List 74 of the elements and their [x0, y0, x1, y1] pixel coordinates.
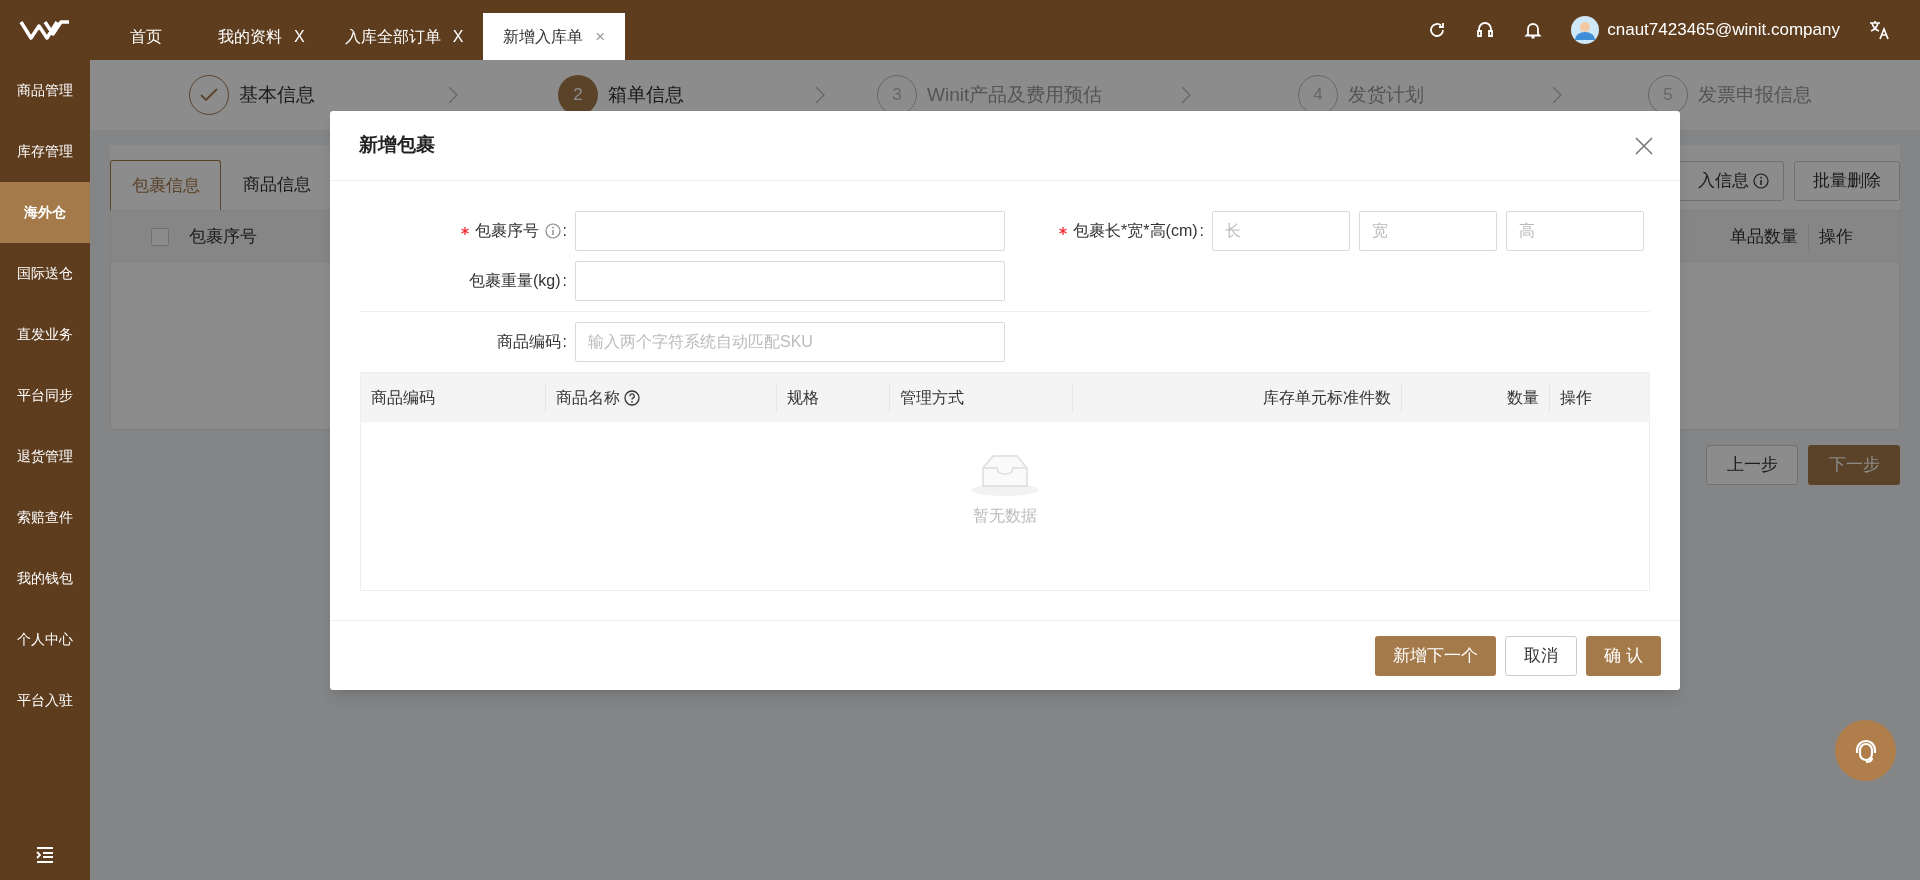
input-field[interactable]: 输入两个字符系统自动匹配SKU [575, 322, 1005, 362]
step-label: Winit产品及费用预估 [927, 82, 1103, 107]
sidebar-item[interactable]: 商品管理 [0, 60, 90, 121]
nav-tab[interactable]: 我的资料 X [198, 13, 325, 60]
input-field[interactable] [575, 211, 1005, 251]
nav-tab[interactable]: 新增入库单 × [483, 13, 626, 60]
bell-icon[interactable] [1523, 20, 1544, 40]
column-header: 规格 [776, 382, 889, 413]
step-label: 发票申报信息 [1698, 82, 1812, 107]
input-field[interactable]: 长 [1212, 211, 1350, 251]
field-label: 包裹长*宽*高(cm) [1073, 221, 1198, 241]
check-icon [200, 88, 218, 102]
step-label: 发货计划 [1348, 82, 1424, 107]
translate-icon[interactable] [1868, 19, 1890, 41]
input-field[interactable]: 高 [1506, 211, 1644, 251]
logo-icon [19, 19, 71, 41]
field-label: 包裹序号 [474, 221, 539, 241]
column-header: 包裹序号 [189, 226, 257, 249]
label-colon: : [1199, 221, 1204, 241]
label-colon: : [562, 332, 567, 352]
step-label: 箱单信息 [608, 82, 684, 107]
label-colon: : [562, 221, 567, 241]
sidebar-item[interactable]: 退货管理 [0, 426, 90, 487]
page-tab[interactable]: 商品信息 [221, 160, 332, 210]
tab-close-button[interactable]: X [294, 24, 305, 49]
close-icon[interactable] [1634, 135, 1654, 156]
sidebar-item[interactable]: 国际送仓 [0, 243, 90, 304]
empty-text: 暂无数据 [973, 506, 1037, 526]
sidebar-item[interactable]: 直发业务 [0, 304, 90, 365]
headset-icon[interactable] [1475, 20, 1496, 40]
nav-tab[interactable]: 首页 [110, 13, 198, 60]
sidebar-item[interactable]: 我的钱包 [0, 548, 90, 609]
toolbar-button[interactable]: 批量删除 [1794, 161, 1900, 201]
required-mark-icon [1059, 227, 1068, 235]
info-icon [1753, 173, 1769, 189]
column-header: 操作 [1818, 226, 1854, 249]
info-icon [544, 223, 561, 239]
field-label: 包裹重量(kg) [469, 271, 561, 291]
dialog-button[interactable]: 取消 [1505, 635, 1578, 676]
chevron-right-icon [815, 86, 825, 104]
label-colon: : [562, 271, 567, 291]
column-header: 操作 [1549, 382, 1649, 413]
column-header: 单品数量 [1730, 224, 1809, 250]
help-icon [624, 389, 640, 406]
column-header: 库存单元标准件数 [1072, 382, 1401, 413]
dialog-button[interactable]: 新增下一个 [1375, 635, 1497, 676]
nav-tab[interactable]: 入库全部订单 X [324, 13, 484, 60]
chevron-right-icon [448, 86, 458, 104]
input-field[interactable] [575, 261, 1005, 301]
dialog-button[interactable]: 确 认 [1586, 635, 1661, 676]
column-header: 商品编码 [370, 387, 436, 408]
sidebar-item[interactable]: 个人中心 [0, 609, 90, 670]
checkbox[interactable] [151, 228, 169, 246]
input-field[interactable]: 宽 [1359, 211, 1497, 251]
required-mark-icon [460, 227, 469, 235]
column-header: 商品名称 [545, 382, 776, 413]
column-header: 管理方式 [889, 382, 1072, 413]
user-email[interactable]: cnaut7423465@winit.company [1607, 17, 1840, 43]
menu-icon[interactable] [36, 847, 54, 863]
field-label: 商品编码 [496, 332, 561, 352]
sidebar-item[interactable]: 平台入驻 [0, 670, 90, 731]
dialog-title: 新增包裹 [359, 133, 435, 158]
avatar-icon[interactable] [1571, 16, 1600, 44]
sidebar-item[interactable]: 索赔查件 [0, 487, 90, 548]
sidebar-item[interactable]: 库存管理 [0, 121, 90, 182]
chevron-right-icon [1552, 86, 1562, 104]
empty-tray-icon [971, 452, 1039, 496]
chevron-right-icon [1181, 86, 1191, 104]
sidebar-item[interactable]: 海外仓 [0, 182, 90, 243]
nav-button[interactable]: 上一步 [1706, 445, 1798, 485]
sidebar-item[interactable]: 平台同步 [0, 365, 90, 426]
step-label: 基本信息 [239, 82, 315, 107]
column-header: 数量 [1401, 382, 1549, 413]
tab-close-button[interactable]: X [452, 24, 464, 49]
